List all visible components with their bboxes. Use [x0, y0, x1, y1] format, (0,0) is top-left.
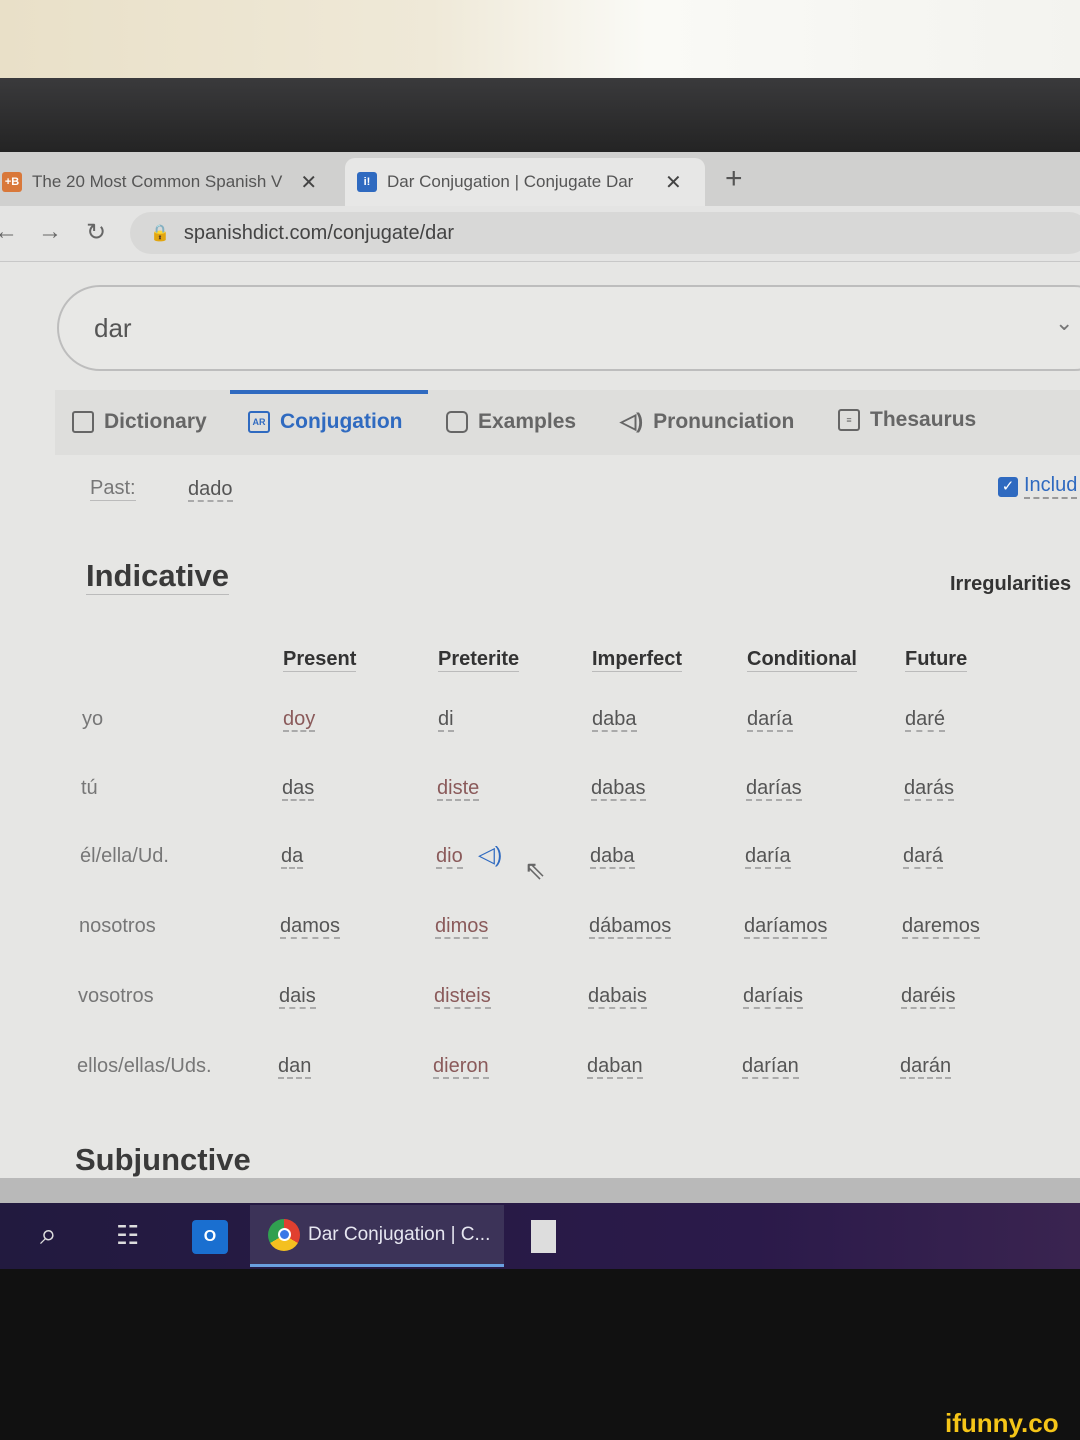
conjugation-cell[interactable]: daré: [905, 708, 946, 732]
conjugation-cell[interactable]: darán: [900, 1055, 952, 1079]
file-icon[interactable]: [531, 1220, 556, 1253]
irregularities-toggle[interactable]: Irregularities: [950, 573, 1071, 596]
conjugation-cell[interactable]: dabais: [588, 985, 647, 1009]
pronoun-label: él/ella/Ud.: [80, 845, 169, 867]
tab-label: Conjugation: [280, 410, 403, 433]
conjugation-cell[interactable]: dio: [436, 845, 463, 869]
forward-icon[interactable]: →: [38, 218, 62, 246]
conjugation-cell[interactable]: dará: [903, 845, 944, 869]
conjugation-cell[interactable]: dábamos: [589, 915, 672, 939]
taskbar-label: Dar Conjugation | C...: [308, 1223, 491, 1245]
active-tab-indicator: [230, 390, 428, 394]
column-header: Future: [905, 648, 968, 672]
conjugation-cell[interactable]: diste: [437, 777, 480, 801]
chevron-down-icon[interactable]: ⌄: [1055, 310, 1073, 336]
pronoun-label: yo: [82, 708, 104, 730]
reload-icon[interactable]: ↻: [86, 218, 106, 247]
conjugation-cell[interactable]: daría: [747, 708, 793, 732]
thesaurus-icon: ≡: [838, 409, 860, 431]
task-view-icon[interactable]: ☷: [116, 1220, 139, 1251]
past-participle[interactable]: dado: [188, 478, 233, 502]
conjugation-cell[interactable]: darías: [746, 777, 802, 801]
conjugation-cell[interactable]: daremos: [902, 915, 980, 939]
close-tab-icon[interactable]: ✕: [665, 170, 682, 195]
column-header: Present: [283, 648, 357, 672]
conjugation-cell[interactable]: dabas: [591, 777, 646, 801]
new-tab-button[interactable]: +: [725, 162, 743, 196]
lock-icon: 🔒: [150, 225, 170, 242]
tab-label: Pronunciation: [653, 409, 795, 433]
tab-conjugation[interactable]: AR Conjugation: [248, 410, 402, 434]
favicon-icon: +B: [2, 172, 22, 192]
include-checkbox[interactable]: ✓ Includ: [998, 474, 1078, 499]
conjugation-cell[interactable]: doy: [283, 708, 316, 732]
conjugation-cell[interactable]: das: [282, 777, 315, 801]
wall-background: [0, 0, 1080, 82]
tab-label: Examples: [478, 410, 577, 433]
conjugation-cell[interactable]: daríais: [743, 985, 804, 1009]
past-label: Past:: [90, 477, 136, 501]
checkbox-icon: ✓: [998, 476, 1018, 497]
outlook-icon[interactable]: O: [192, 1220, 228, 1254]
conjugation-cell[interactable]: da: [281, 845, 304, 869]
conjugation-cell[interactable]: dan: [278, 1055, 312, 1079]
conjugation-cell[interactable]: dieron: [433, 1055, 489, 1079]
ar-icon: AR: [248, 411, 270, 433]
favicon-icon: i!: [357, 172, 377, 192]
url-text: spanishdict.com/conjugate/dar: [183, 221, 455, 244]
tab-dictionary[interactable]: Dictionary: [72, 410, 207, 434]
conjugation-cell[interactable]: disteis: [434, 985, 491, 1009]
tab-examples[interactable]: Examples: [446, 410, 576, 434]
address-bar[interactable]: 🔒 spanishdict.com/conjugate/dar: [130, 212, 1080, 254]
conjugation-cell[interactable]: daría: [745, 845, 791, 869]
back-icon[interactable]: ←: [0, 218, 18, 246]
column-header: Conditional: [747, 648, 857, 672]
conjugation-cell[interactable]: damos: [280, 915, 341, 939]
tab-title: Dar Conjugation | Conjugate Dar: [387, 172, 634, 191]
tab-thesaurus[interactable]: ≡ Thesaurus: [838, 408, 976, 432]
conjugation-cell[interactable]: di: [438, 708, 454, 732]
close-tab-icon[interactable]: ✕: [300, 170, 317, 195]
conjugation-cell[interactable]: daba: [592, 708, 637, 732]
conjugation-cell[interactable]: daríamos: [744, 915, 828, 939]
conjugation-cell[interactable]: darás: [904, 777, 955, 801]
chrome-icon: [268, 1218, 300, 1251]
conjugation-cell[interactable]: daréis: [901, 985, 956, 1009]
tab-pronunciation[interactable]: ◁) Pronunciation: [620, 409, 794, 434]
book-icon: [72, 411, 94, 433]
tab-label: Thesaurus: [870, 408, 977, 431]
taskbar-chrome-button[interactable]: Dar Conjugation | C...: [250, 1205, 504, 1267]
watermark: ifunny.co: [945, 1408, 1059, 1438]
column-header: Imperfect: [592, 648, 683, 672]
tab-title: The 20 Most Common Spanish V: [32, 172, 283, 191]
chat-icon: [446, 411, 468, 433]
section-indicative: Indicative: [86, 558, 229, 595]
speaker-icon[interactable]: ◁): [478, 842, 502, 868]
conjugation-cell[interactable]: dimos: [435, 915, 489, 939]
pronoun-label: nosotros: [79, 915, 156, 937]
conjugation-cell[interactable]: daban: [587, 1055, 643, 1079]
tab-label: Dictionary: [104, 410, 207, 433]
search-icon[interactable]: ⌕: [40, 1218, 57, 1252]
column-header: Preterite: [438, 648, 520, 672]
browser-tab-1[interactable]: +B The 20 Most Common Spanish V ✕: [0, 158, 335, 206]
conjugation-cell[interactable]: dais: [279, 985, 316, 1009]
search-input[interactable]: dar: [57, 285, 1080, 371]
horizontal-scrollbar[interactable]: [0, 1178, 1080, 1204]
section-subjunctive: Subjunctive: [75, 1142, 251, 1177]
pronoun-label: vosotros: [78, 985, 154, 1007]
browser-tab-2[interactable]: i! Dar Conjugation | Conjugate Dar ✕: [345, 158, 705, 206]
speaker-icon: ◁): [620, 410, 644, 433]
pronoun-label: tú: [81, 777, 98, 799]
conjugation-cell[interactable]: daba: [590, 845, 635, 869]
pronoun-label: ellos/ellas/Uds.: [77, 1055, 212, 1077]
mouse-cursor-icon: ⇖: [524, 855, 546, 885]
monitor-bezel: [0, 78, 1080, 158]
include-label: Includ: [1024, 474, 1078, 499]
conjugation-cell[interactable]: darían: [742, 1055, 799, 1079]
